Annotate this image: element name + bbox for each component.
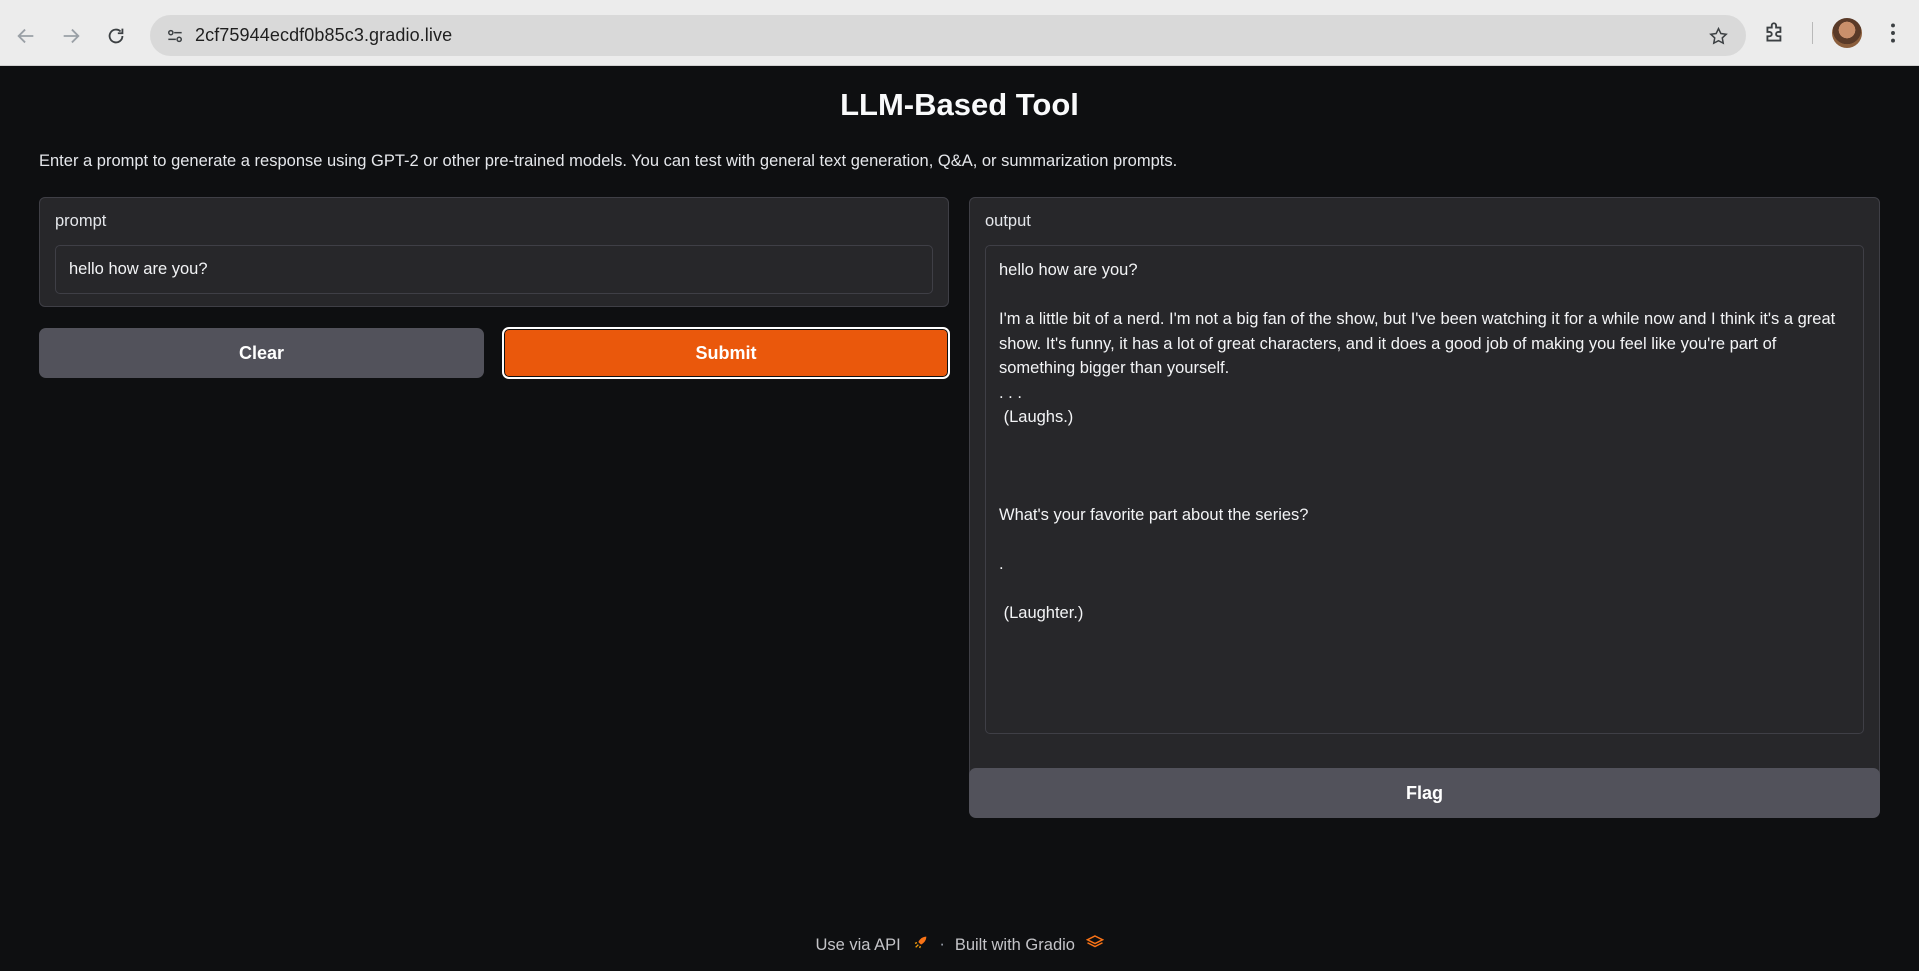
- prompt-input[interactable]: [55, 245, 933, 294]
- clear-button[interactable]: Clear: [39, 328, 484, 378]
- extensions-icon[interactable]: [1762, 20, 1790, 48]
- output-label: output: [985, 212, 1031, 230]
- use-via-api-link[interactable]: Use via API: [815, 934, 929, 955]
- profile-avatar[interactable]: [1832, 18, 1862, 48]
- menu-kebab-icon[interactable]: [1880, 20, 1906, 48]
- output-panel: output hello how are you? I'm a little b…: [969, 197, 1880, 813]
- back-arrow-icon[interactable]: [8, 18, 44, 54]
- reload-icon[interactable]: [98, 18, 134, 54]
- api-link-label: Use via API: [815, 936, 901, 954]
- browser-toolbar: 2cf75944ecdf0b85c3.gradio.live: [0, 0, 1919, 66]
- submit-button[interactable]: Submit: [502, 327, 950, 379]
- url-text[interactable]: 2cf75944ecdf0b85c3.gradio.live: [195, 25, 452, 46]
- star-icon[interactable]: [1705, 23, 1731, 49]
- prompt-panel: prompt: [39, 197, 949, 307]
- forward-arrow-icon[interactable]: [53, 18, 89, 54]
- footer-separator: ·: [939, 935, 945, 953]
- gradio-app: LLM-Based Tool Enter a prompt to generat…: [0, 66, 1919, 971]
- built-with-gradio-link[interactable]: Built with Gradio: [955, 934, 1104, 955]
- address-bar[interactable]: 2cf75944ecdf0b85c3.gradio.live: [150, 15, 1746, 56]
- footer: Use via API · Built with Gradio: [0, 934, 1919, 955]
- page-title: LLM-Based Tool: [840, 87, 1079, 122]
- rocket-icon: [915, 936, 927, 949]
- output-textbox[interactable]: hello how are you? I'm a little bit of a…: [985, 245, 1864, 734]
- site-info-icon[interactable]: [162, 23, 188, 49]
- toolbar-divider: [1812, 22, 1813, 44]
- prompt-label: prompt: [55, 212, 107, 230]
- page-description: Enter a prompt to generate a response us…: [39, 152, 1178, 170]
- gradio-logo-icon: [1085, 935, 1104, 948]
- flag-button[interactable]: Flag: [969, 768, 1880, 818]
- built-with-label: Built with Gradio: [954, 936, 1075, 954]
